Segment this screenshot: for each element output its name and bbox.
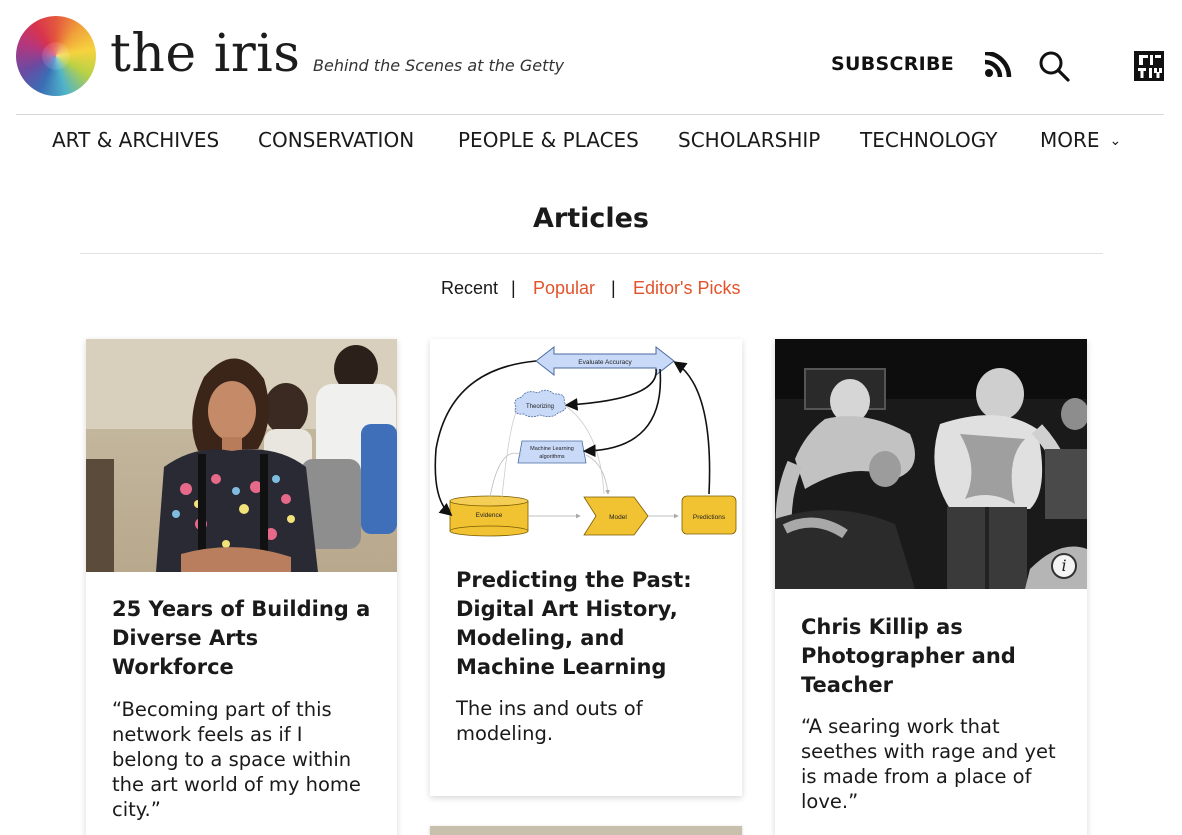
subscribe-link[interactable]: SUBSCRIBE: [831, 53, 954, 75]
diagram-evaluate-label: Evaluate Accuracy: [578, 359, 632, 366]
nav-item-scholarship[interactable]: SCHOLARSHIP: [678, 128, 820, 152]
tab-separator: |: [511, 278, 516, 298]
tab-separator: |: [611, 278, 616, 298]
section-divider: [80, 253, 1103, 254]
page-title: Articles: [532, 203, 649, 234]
image-info-icon[interactable]: i: [1051, 553, 1077, 579]
diagram-predictions-label: Predictions: [693, 514, 726, 521]
site-header: the iris Behind the Scenes at the Getty …: [0, 0, 1182, 115]
diagram-model-label: Model: [609, 514, 627, 521]
nav-item-more[interactable]: MORE ⌄: [1040, 128, 1121, 152]
site-tagline: Behind the Scenes at the Getty: [313, 56, 565, 75]
rss-icon[interactable]: [984, 52, 1012, 78]
svg-text:Machine Learning: Machine Learning: [530, 446, 574, 452]
photo-young-woman: [86, 339, 397, 572]
tab-editors-picks[interactable]: Editor's Picks: [633, 278, 740, 299]
article-card[interactable]: i Chris Killip as Photographer and Teach…: [775, 339, 1087, 835]
article-card[interactable]: Evaluate Accuracy Theorizing Machine Lea…: [430, 339, 742, 796]
article-title[interactable]: Chris Killip as Photographer and Teacher: [801, 613, 1067, 700]
chevron-down-icon: ⌄: [1109, 133, 1122, 149]
article-card[interactable]: 25 Years of Building a Diverse Arts Work…: [86, 339, 397, 835]
diagram-machine-learning: Evaluate Accuracy Theorizing Machine Lea…: [434, 345, 737, 537]
photo-concert-crowd: [775, 339, 1087, 589]
article-filter-tabs: Recent | Popular | Editor's Picks: [0, 278, 1182, 302]
search-icon[interactable]: [1038, 50, 1070, 82]
getty-logo-icon[interactable]: [1134, 51, 1164, 81]
nav-item-art-archives[interactable]: ART & ARCHIVES: [52, 128, 219, 152]
diagram-theorizing-label: Theorizing: [526, 404, 554, 410]
nav-item-people-places[interactable]: PEOPLE & PLACES: [458, 128, 639, 152]
main-nav: ART & ARCHIVES CONSERVATION PEOPLE & PLA…: [0, 128, 1182, 158]
site-brand[interactable]: the iris: [110, 24, 301, 84]
svg-text:algorithms: algorithms: [539, 454, 565, 460]
article-description: “A searing work that seethes with rage a…: [801, 715, 1056, 813]
article-image[interactable]: i: [775, 339, 1087, 589]
iris-logo-icon[interactable]: [16, 16, 96, 96]
article-image[interactable]: [86, 339, 397, 572]
header-divider: [16, 114, 1164, 115]
diagram-evidence-label: Evidence: [476, 512, 503, 519]
tab-recent[interactable]: Recent: [441, 278, 498, 299]
article-title[interactable]: Predicting the Past: Digital Art History…: [456, 566, 722, 682]
article-title[interactable]: 25 Years of Building a Diverse Arts Work…: [112, 595, 377, 682]
nav-item-conservation[interactable]: CONSERVATION: [258, 128, 414, 152]
nav-item-more-label: MORE: [1040, 128, 1100, 152]
article-description: The ins and outs of modeling.: [456, 697, 643, 745]
article-image[interactable]: Evaluate Accuracy Theorizing Machine Lea…: [430, 339, 742, 539]
article-description: “Becoming part of this network feels as …: [112, 698, 361, 821]
nav-item-technology[interactable]: TECHNOLOGY: [860, 128, 997, 152]
tab-popular[interactable]: Popular: [533, 278, 595, 299]
next-article-card-peek[interactable]: [430, 826, 742, 835]
